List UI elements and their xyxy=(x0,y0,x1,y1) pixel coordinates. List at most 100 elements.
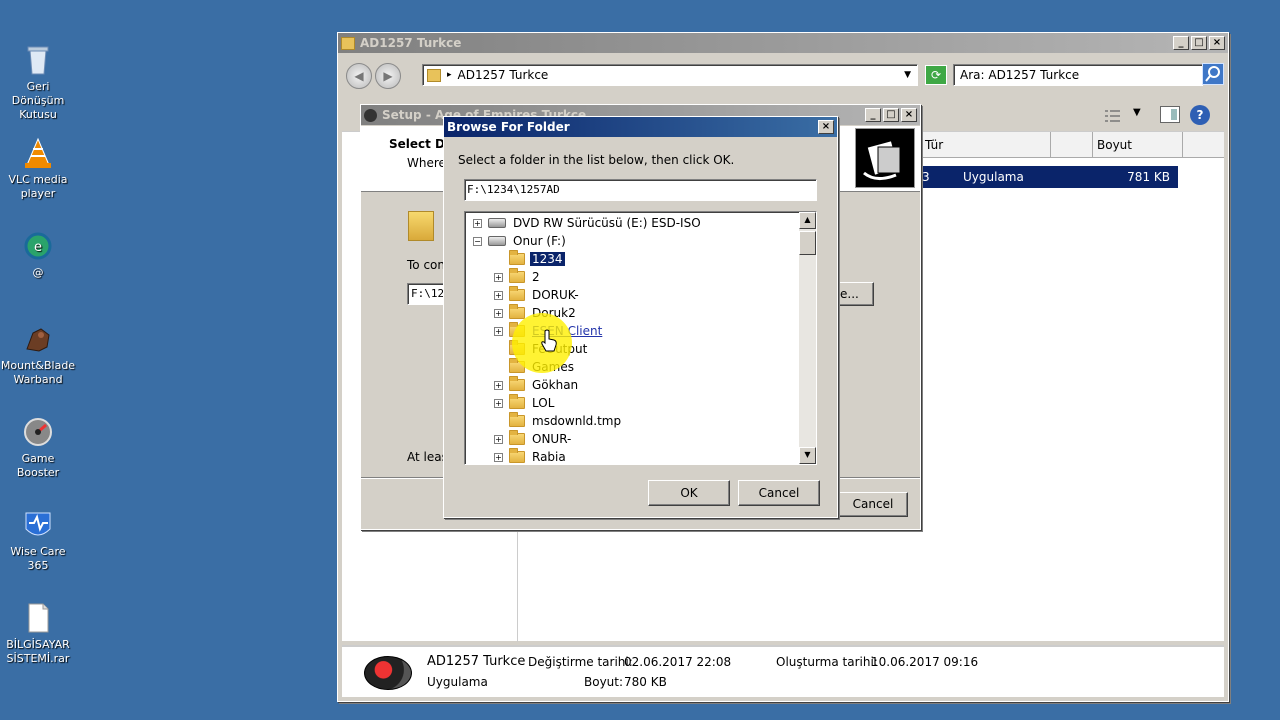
expand-icon[interactable]: + xyxy=(494,272,503,282)
tree-item-label: DVD RW Sürücüsü (E:) ESD-ISO xyxy=(513,216,701,230)
setup-heading: Select D xyxy=(389,137,446,151)
folder-icon xyxy=(509,250,525,265)
tree-item[interactable]: + LOL xyxy=(465,394,556,412)
close-button[interactable]: × xyxy=(1209,36,1225,50)
browse-titlebar[interactable]: Browse For Folder × xyxy=(444,117,837,137)
setup-path-field[interactable]: F:\12 xyxy=(407,283,447,305)
preview-pane-icon xyxy=(1171,109,1177,120)
setup-browse-button[interactable]: e... xyxy=(835,282,874,306)
table-row[interactable]: Uygulama 781 KB xyxy=(921,166,1178,188)
folder-icon xyxy=(509,430,525,445)
tree-item[interactable]: 1234 xyxy=(465,250,565,268)
game-booster-icon xyxy=(21,416,55,448)
minimize-button[interactable]: _ xyxy=(865,108,881,122)
folder-path-value: F:\1234\1257AD xyxy=(467,183,560,196)
ok-label: OK xyxy=(680,486,698,500)
search-icon xyxy=(1205,66,1220,82)
setup-app-icon xyxy=(364,108,377,122)
expand-icon[interactable]: + xyxy=(494,380,503,390)
folder-icon xyxy=(509,304,525,319)
tree-item-label: 2 xyxy=(532,270,540,284)
view-options-button[interactable] xyxy=(1103,107,1125,125)
maximize-button[interactable]: □ xyxy=(883,108,899,122)
scroll-up-button[interactable]: ▲ xyxy=(799,212,816,229)
row-type: Uygulama xyxy=(963,170,1024,184)
folder-icon xyxy=(408,211,434,241)
column-header-end xyxy=(1183,132,1224,158)
browse-folder-dialog: Browse For Folder × Select a folder in t… xyxy=(443,116,838,518)
close-button[interactable]: × xyxy=(901,108,917,122)
expand-icon[interactable]: + xyxy=(494,308,503,318)
explorer-titlebar[interactable]: AD1257 Turkce _ □ × xyxy=(338,33,1228,53)
view-dropdown-icon[interactable]: ▼ xyxy=(1133,107,1141,118)
desktop-icon-recycle-bin[interactable]: Geri Dönüşüm Kutusu xyxy=(0,44,76,122)
column-header-filler xyxy=(1051,132,1093,158)
expand-icon[interactable]: + xyxy=(473,218,482,228)
chevron-down-icon[interactable]: ▼ xyxy=(904,70,911,80)
cancel-label: Cancel xyxy=(758,486,800,500)
tree-item[interactable]: + DVD RW Sürücüsü (E:) ESD-ISO xyxy=(465,214,703,232)
refresh-button[interactable]: ⟳ xyxy=(925,65,947,85)
setup-cancel-label: Cancel xyxy=(852,497,894,511)
tree-item[interactable]: Games xyxy=(465,358,576,376)
tree-item[interactable]: + ESEN Client xyxy=(465,322,604,340)
ok-button[interactable]: OK xyxy=(648,480,730,506)
desktop-icon-label: @ xyxy=(32,266,44,279)
desktop-icon-vlc[interactable]: VLC media player xyxy=(0,137,76,201)
details-size-label: Boyut: xyxy=(584,675,624,689)
setup-space-text: At leas xyxy=(407,450,448,464)
desktop-icon-game-booster[interactable]: Game Booster xyxy=(0,416,76,480)
breadcrumb-chevron-icon: ▸ xyxy=(447,70,452,80)
scroll-down-button[interactable]: ▼ xyxy=(799,447,816,464)
minimize-button[interactable]: _ xyxy=(1173,36,1189,50)
folder-tree[interactable]: + DVD RW Sürücüsü (E:) ESD-ISO − Onur (F:) 1… xyxy=(464,211,817,465)
help-button[interactable]: ? xyxy=(1190,105,1210,125)
column-header-type[interactable]: Tür xyxy=(921,132,1051,158)
expand-icon[interactable]: + xyxy=(494,434,503,444)
forward-button[interactable]: ▶ xyxy=(375,63,401,89)
desktop-icon-app[interactable]: e @ xyxy=(0,230,76,280)
tree-item[interactable]: + Rabia xyxy=(465,448,568,464)
row-size: 781 KB xyxy=(1127,170,1170,184)
tree-scrollbar[interactable]: ▲ ▼ xyxy=(799,212,816,464)
drive-icon xyxy=(488,218,506,228)
folder-path-field[interactable]: F:\1234\1257AD xyxy=(464,179,817,201)
column-header-label: Tür xyxy=(925,138,944,152)
search-input[interactable]: Ara: AD1257 Turkce xyxy=(953,64,1203,86)
tree-item-label: LOL xyxy=(532,396,555,410)
cancel-button[interactable]: Cancel xyxy=(738,480,820,506)
tree-item[interactable]: msdownld.tmp xyxy=(465,412,623,430)
tree-item-label: Onur (F:) xyxy=(513,234,566,248)
tree-item[interactable]: FeOutput xyxy=(465,340,589,358)
expand-icon[interactable]: + xyxy=(494,326,503,336)
tree-item[interactable]: + DORUK- xyxy=(465,286,581,304)
close-button[interactable]: × xyxy=(818,120,834,134)
setup-cancel-button[interactable]: Cancel xyxy=(838,492,908,517)
search-button[interactable] xyxy=(1202,63,1224,85)
tree-item[interactable]: +2 xyxy=(465,268,542,286)
preview-pane-button[interactable] xyxy=(1160,106,1180,123)
app-icon: e xyxy=(21,230,55,262)
file-thumbnail-icon xyxy=(364,656,412,690)
svg-text:e: e xyxy=(34,240,42,255)
tree-item[interactable]: + Gökhan xyxy=(465,376,580,394)
maximize-button[interactable]: □ xyxy=(1191,36,1207,50)
tree-item-label: Gökhan xyxy=(532,378,579,392)
column-header-size[interactable]: Boyut xyxy=(1093,132,1183,158)
expand-icon[interactable]: + xyxy=(494,398,503,408)
details-pane: AD1257 Turkce Değiştirme tarihi: 02.06.2… xyxy=(342,645,1224,697)
expand-icon[interactable]: + xyxy=(494,290,503,300)
desktop-icon-rar-file[interactable]: BİLGİSAYAR SİSTEMİ.rar xyxy=(0,602,76,666)
desktop-icon-mount-blade[interactable]: Mount&Blade Warband xyxy=(0,323,76,387)
back-button[interactable]: ◀ xyxy=(346,63,372,89)
expand-icon[interactable]: + xyxy=(494,452,503,462)
tree-item-label: ONUR- xyxy=(532,432,572,446)
scroll-thumb[interactable] xyxy=(799,231,816,255)
collapse-icon[interactable]: − xyxy=(473,236,482,246)
folder-icon xyxy=(509,412,525,427)
desktop-icon-wise-care[interactable]: Wise Care 365 xyxy=(0,509,76,573)
tree-item[interactable]: + ONUR- xyxy=(465,430,573,448)
tree-item[interactable]: + Doruk2 xyxy=(465,304,578,322)
tree-item[interactable]: − Onur (F:) xyxy=(465,232,568,250)
address-bar[interactable]: ▸ AD1257 Turkce ▼ xyxy=(422,64,918,86)
